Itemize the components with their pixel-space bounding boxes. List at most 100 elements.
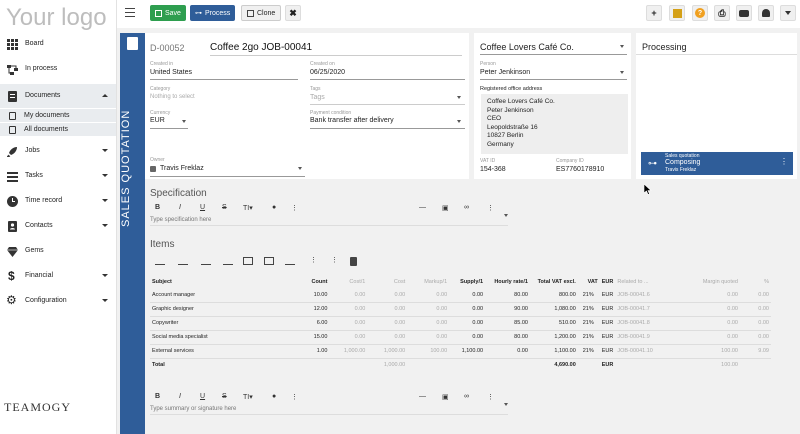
chevron-down-icon[interactable] — [620, 71, 624, 74]
created-on-field[interactable]: 06/25/2020 — [310, 69, 345, 76]
table-cell[interactable]: 510.00 — [529, 316, 578, 331]
created-in-field[interactable]: United States — [150, 69, 192, 76]
column-header[interactable]: Subject — [150, 276, 295, 288]
italic-icon[interactable]: I — [179, 393, 181, 400]
insert-row-above-icon[interactable] — [155, 257, 165, 265]
insert-table-icon[interactable] — [264, 257, 274, 265]
image-icon[interactable]: ▣ — [442, 204, 449, 212]
currency-select[interactable]: EUR — [150, 117, 165, 124]
table-cell[interactable]: JOB-00041.7 — [615, 302, 676, 317]
notes-button[interactable] — [669, 5, 685, 21]
table-cell[interactable]: 100.00 — [675, 344, 740, 359]
sidebar-item-tasks[interactable]: Tasks — [0, 164, 116, 188]
sidebar-item-jobs[interactable]: Jobs — [0, 139, 116, 163]
table-cell[interactable]: EUR — [599, 330, 616, 345]
italic-icon[interactable]: I — [179, 204, 181, 211]
table-cell[interactable]: 0.00 — [675, 330, 740, 345]
table-cell[interactable]: 1,080.00 — [529, 302, 578, 317]
horizontal-rule-icon[interactable]: — — [419, 204, 426, 211]
column-header[interactable]: Margin quoted — [675, 276, 740, 288]
insert-row-below-icon[interactable] — [201, 257, 211, 265]
table-cell[interactable]: EUR — [599, 288, 616, 303]
print-button[interactable]: ⎙ — [714, 5, 730, 21]
table-cell[interactable]: 21% — [577, 302, 600, 317]
help-button[interactable]: ? — [692, 5, 708, 21]
link-icon[interactable]: ∞ — [464, 204, 469, 211]
chevron-down-icon[interactable] — [457, 120, 461, 123]
table-cell[interactable]: 0.00 — [740, 302, 771, 317]
text-size-icon[interactable]: TI▾ — [243, 204, 253, 212]
table-cell[interactable]: Copywriter — [150, 316, 295, 331]
chevron-down-icon[interactable] — [182, 120, 186, 123]
more-vertical-icon[interactable]: ⋮ — [291, 204, 298, 212]
sidebar-item-financial[interactable]: $ Financial — [0, 264, 116, 288]
payment-condition-select[interactable]: Bank transfer after delivery — [310, 117, 394, 124]
table-cell[interactable]: JOB-00041.9 — [615, 330, 676, 345]
table-cell[interactable]: 10.00 — [294, 288, 330, 303]
document-title-input[interactable]: Coffee 2go JOB-00041 — [210, 42, 312, 53]
add-button[interactable]: + — [646, 5, 662, 21]
clone-button[interactable]: Clone — [241, 5, 282, 21]
table-cell[interactable]: 80.00 — [485, 288, 530, 303]
more-menu-button[interactable] — [780, 5, 796, 21]
chevron-down-icon[interactable] — [457, 96, 461, 99]
column-header[interactable]: VAT — [578, 276, 600, 288]
more-vertical-icon[interactable]: ⋮ — [780, 157, 788, 166]
table-cell[interactable]: 0.00 — [449, 316, 486, 331]
hamburger-menu-icon[interactable] — [125, 8, 135, 17]
table-cell[interactable]: 90.00 — [485, 302, 530, 317]
insert-vat-icon[interactable] — [285, 257, 295, 265]
table-cell[interactable]: 0.00 — [740, 330, 771, 345]
table-cell[interactable]: 9.09 — [740, 344, 771, 359]
chevron-down-icon[interactable] — [298, 167, 302, 170]
table-cell[interactable]: 1.00 — [294, 344, 330, 359]
app-logo[interactable]: Your logo — [6, 4, 107, 32]
sidebar-item-contacts[interactable]: Contacts — [0, 214, 116, 238]
table-cell[interactable]: JOB-00041.10 — [615, 344, 676, 359]
column-header[interactable]: Related to ... — [615, 276, 675, 288]
table-cell[interactable]: EUR — [599, 344, 616, 359]
column-header[interactable]: Count — [295, 276, 330, 288]
insert-row-icon[interactable] — [178, 257, 188, 265]
sidebar-item-board[interactable]: Board — [0, 32, 116, 56]
table-cell[interactable]: 15.00 — [294, 330, 330, 345]
text-size-icon[interactable]: TI▾ — [243, 393, 253, 401]
sidebar-item-in-process[interactable]: In process — [0, 57, 116, 81]
table-cell[interactable]: 0.00 — [329, 302, 368, 317]
image-icon[interactable]: ▣ — [442, 393, 449, 401]
table-cell[interactable]: 0.00 — [485, 344, 530, 359]
table-cell[interactable]: 0.00 — [740, 288, 771, 303]
table-cell[interactable]: 12.00 — [294, 302, 330, 317]
tags-select[interactable]: Tags — [310, 94, 325, 101]
sidebar-subitem-my-documents[interactable]: My documents — [0, 109, 116, 122]
strikethrough-icon[interactable]: S — [222, 393, 227, 400]
column-header[interactable]: Hourly rate/1 — [485, 276, 530, 288]
column-header[interactable]: Markup/1 — [407, 276, 449, 288]
table-cell[interactable]: 100.00 — [407, 344, 450, 359]
table-cell[interactable]: 21% — [577, 316, 600, 331]
table-cell[interactable]: 0.00 — [407, 288, 450, 303]
sidebar-item-documents[interactable]: Documents — [0, 84, 116, 108]
table-cell[interactable]: 80.00 — [485, 330, 530, 345]
notifications-button[interactable] — [758, 5, 774, 21]
trash-icon[interactable] — [350, 257, 357, 266]
table-cell[interactable]: 1,200.00 — [529, 330, 578, 345]
table-cell[interactable]: 0.00 — [329, 288, 368, 303]
horizontal-rule-icon[interactable]: — — [419, 393, 426, 400]
table-cell[interactable]: EUR — [599, 316, 616, 331]
more-vertical-icon[interactable]: ⋮ — [310, 256, 317, 264]
table-cell[interactable]: External services — [150, 344, 295, 359]
sidebar-item-time-record[interactable]: Time record — [0, 189, 116, 213]
table-cell[interactable]: 1,100.00 — [529, 344, 578, 359]
table-cell[interactable]: 21% — [577, 344, 600, 359]
table-cell[interactable]: 0.00 — [449, 330, 486, 345]
more-vertical-icon[interactable]: ⋮ — [487, 204, 494, 212]
table-row[interactable]: Social media specialist 15.00 0.00 0.00 0.00… — [150, 330, 771, 345]
table-cell[interactable]: Graphic designer — [150, 302, 295, 317]
color-drop-icon[interactable]: ● — [272, 393, 276, 400]
save-button[interactable]: Save — [150, 5, 186, 21]
insert-subtotal-icon[interactable] — [223, 257, 233, 265]
link-icon[interactable]: ∞ — [464, 393, 469, 400]
chevron-down-icon[interactable] — [620, 45, 624, 48]
table-cell[interactable]: 0.00 — [449, 288, 486, 303]
